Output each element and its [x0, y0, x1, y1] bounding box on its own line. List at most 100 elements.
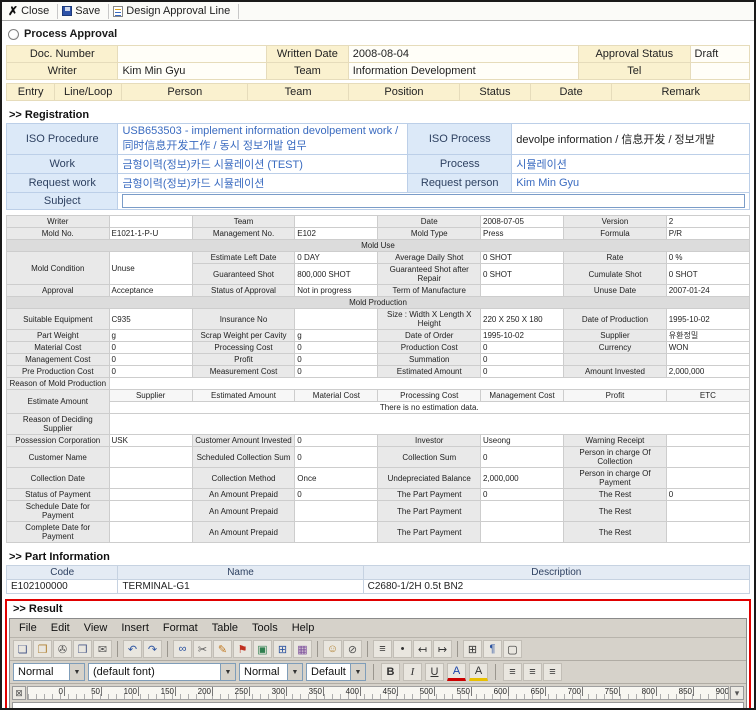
field-label: Estimated Amount: [192, 390, 295, 402]
field-label: Production Cost: [378, 342, 481, 354]
field-label: Profit: [564, 390, 667, 402]
field-label: The Rest: [564, 489, 667, 501]
numbered-list-icon[interactable]: ≡: [373, 640, 392, 658]
design-approval-line-button[interactable]: Design Approval Line: [109, 4, 239, 19]
subject-input[interactable]: [122, 194, 745, 208]
save-button-label: Save: [75, 5, 100, 17]
align-left-icon[interactable]: ≡: [503, 663, 522, 681]
field-value: 0: [109, 366, 192, 378]
editor-canvas[interactable]: [12, 702, 744, 710]
field-label: Code: [7, 566, 118, 580]
field-label: Person in charge Of Collection: [564, 447, 667, 468]
field-value[interactable]: Kim Min Gyu: [512, 174, 750, 193]
menu-edit[interactable]: Edit: [44, 621, 77, 635]
field-label: Approval Status: [579, 46, 690, 63]
field-value: [666, 435, 749, 447]
underline-button[interactable]: U: [425, 663, 444, 681]
field-value: 0: [481, 366, 564, 378]
link-icon[interactable]: ∞: [173, 640, 192, 658]
ruler-mark: 600: [472, 687, 509, 696]
ruler-mark: 250: [213, 687, 250, 696]
field-value: g: [109, 330, 192, 342]
field-label: [564, 354, 667, 366]
bullet-list-icon[interactable]: •: [393, 640, 412, 658]
menu-tools[interactable]: Tools: [245, 621, 285, 635]
field-value[interactable]: 금형이력(정보)카드 시뮬레이션 (TEST): [118, 155, 408, 174]
field-value[interactable]: 금형이력(정보)카드 시뮬레이션: [118, 174, 408, 193]
field-label: Formula: [564, 228, 667, 240]
field-label: Currency: [564, 342, 667, 354]
tab-selector-icon[interactable]: ⊠: [12, 686, 26, 700]
field-label: Entry: [7, 84, 55, 101]
field-value[interactable]: E102: [295, 228, 378, 240]
save-icon: [62, 6, 72, 16]
field-value[interactable]: 시뮬레이션: [512, 155, 750, 174]
bold-button[interactable]: B: [381, 663, 400, 681]
menu-help[interactable]: Help: [285, 621, 322, 635]
highlight-button[interactable]: A: [469, 663, 488, 681]
chart-icon[interactable]: ▦: [293, 640, 312, 658]
separator: [457, 641, 458, 657]
part-information-section-title: >> Part Information: [9, 551, 747, 563]
print-icon[interactable]: ✇: [53, 640, 72, 658]
field-label: Doc. Number: [7, 46, 118, 63]
field-label: Term of Manufacture: [378, 285, 481, 297]
field-value: [295, 216, 378, 228]
font-family-select[interactable]: (default font) ▼: [88, 663, 236, 681]
field-value: 0: [109, 342, 192, 354]
save-button[interactable]: Save: [58, 4, 109, 19]
print-preview-icon[interactable]: ❒: [73, 640, 92, 658]
fullscreen-icon[interactable]: ▢: [503, 640, 522, 658]
close-button[interactable]: ✗ Close: [4, 4, 58, 19]
indent-icon[interactable]: ↦: [433, 640, 452, 658]
menu-insert[interactable]: Insert: [114, 621, 156, 635]
mold-info-table: WriterTeamDate2008-07-05Version2Mold No.…: [6, 215, 750, 543]
insert-table-icon[interactable]: ⊞: [463, 640, 482, 658]
image-icon[interactable]: ▣: [253, 640, 272, 658]
menu-table[interactable]: Table: [205, 621, 245, 635]
special-character-icon[interactable]: ☺: [323, 640, 342, 658]
menu-view[interactable]: View: [77, 621, 115, 635]
pencil-icon[interactable]: ✎: [213, 640, 232, 658]
table-icon[interactable]: ⊞: [273, 640, 292, 658]
erase-icon[interactable]: ⊘: [343, 640, 362, 658]
field-value: [666, 501, 749, 522]
undo-icon[interactable]: ↶: [123, 640, 142, 658]
align-buttons: ≡≡≡: [503, 663, 562, 681]
field-label: Position: [348, 84, 459, 101]
field-value: 0 DAY: [295, 252, 378, 264]
field-label: Person in charge Of Payment: [564, 468, 667, 489]
menu-format[interactable]: Format: [156, 621, 205, 635]
field-label: Reason of Deciding Supplier: [7, 414, 110, 435]
field-value: 0 SHOT: [481, 264, 564, 285]
field-label: ETC: [666, 390, 749, 402]
field-value[interactable]: USB653503 - implement information devolp…: [118, 124, 408, 155]
align-right-icon[interactable]: ≡: [543, 663, 562, 681]
cut-icon[interactable]: ✂: [193, 640, 212, 658]
menu-file[interactable]: File: [12, 621, 44, 635]
field-label: Reason of Mold Production: [7, 378, 110, 390]
open-file-icon[interactable]: ❐: [33, 640, 52, 658]
editor-menubar: FileEditViewInsertFormatTableToolsHelp: [10, 619, 746, 638]
new-document-icon[interactable]: ❏: [13, 640, 32, 658]
paragraph-style-select[interactable]: Normal ▼: [13, 663, 85, 681]
align-center-icon[interactable]: ≡: [523, 663, 542, 681]
font-size-select[interactable]: Normal ▼: [239, 663, 303, 681]
outdent-icon[interactable]: ↤: [413, 640, 432, 658]
process-approval-radio[interactable]: [8, 29, 19, 40]
field-value: Kim Min Gyu: [118, 63, 267, 80]
field-value: [109, 447, 192, 468]
field-value: Acceptance: [109, 285, 192, 297]
design-approval-line-icon: [113, 6, 123, 17]
field-label: Complete Date for Payment: [7, 522, 110, 543]
font-color-button[interactable]: A: [447, 663, 466, 681]
show-paragraph-icon[interactable]: ¶: [483, 640, 502, 658]
font-size-value: Normal: [244, 666, 279, 678]
flag-icon[interactable]: ⚑: [233, 640, 252, 658]
field-value: 0 SHOT: [666, 264, 749, 285]
ruler-scroll-icon[interactable]: ▾: [730, 686, 744, 700]
italic-button[interactable]: I: [403, 663, 422, 681]
redo-icon[interactable]: ↷: [143, 640, 162, 658]
mail-icon[interactable]: ✉: [93, 640, 112, 658]
style-default-select[interactable]: Default ▼: [306, 663, 366, 681]
